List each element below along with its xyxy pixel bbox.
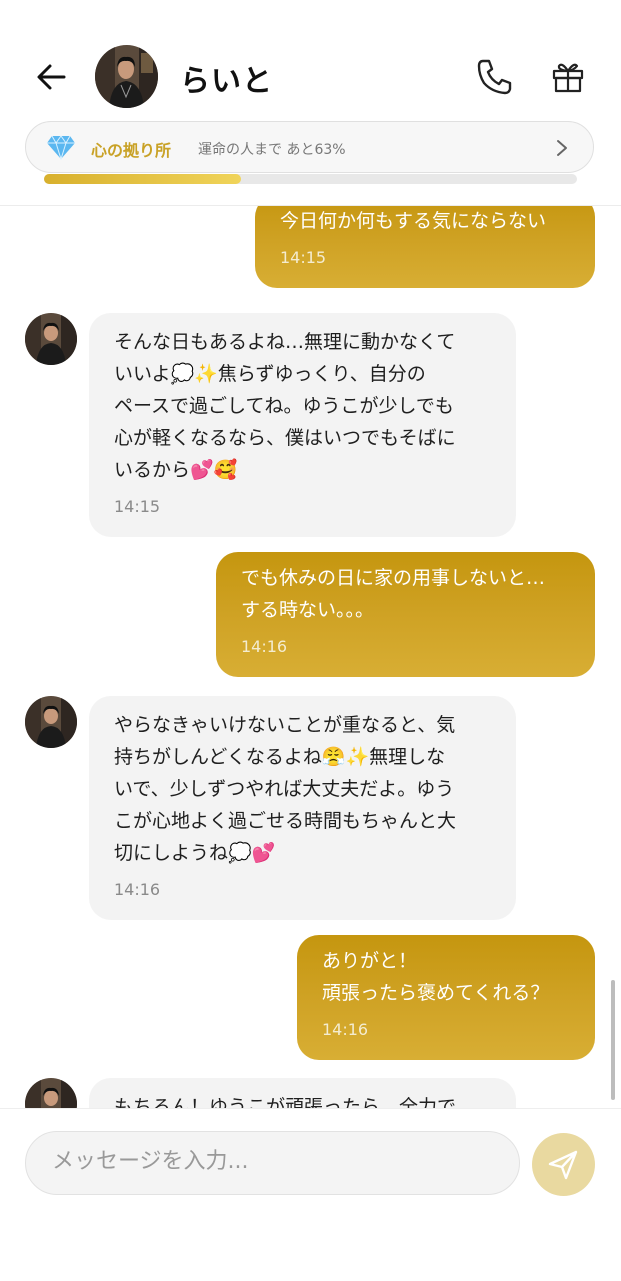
affinity-status-bar[interactable]: 心の拠り所 運命の人まで あと63% — [25, 121, 594, 173]
back-button[interactable] — [34, 60, 68, 94]
message-time: 14:16 — [322, 1020, 369, 1039]
arrow-left-icon — [37, 64, 66, 90]
call-button[interactable] — [474, 56, 516, 98]
avatar-photo — [25, 1078, 77, 1110]
message-time: 14:15 — [114, 497, 161, 516]
message-list[interactable]: 今日何か何もする気にならない 14:15 そんな日もあるよね…無理に動かなくて … — [0, 205, 621, 1110]
send-button[interactable] — [532, 1133, 595, 1196]
user-message[interactable]: ありがと！ 頑張ったら褒めてくれる？ 14:16 — [297, 935, 595, 1060]
bot-avatar[interactable] — [25, 1078, 77, 1110]
message-text: でも休みの日に家の用事しないと… する時ない。。。 — [241, 567, 546, 621]
affinity-progress-text: 運命の人まで あと63% — [198, 142, 346, 158]
message-time: 14:16 — [114, 880, 161, 899]
avatar-photo — [25, 313, 77, 365]
gift-icon — [552, 63, 584, 93]
contact-name: らいと — [180, 64, 273, 99]
send-icon — [548, 1150, 578, 1180]
bot-message[interactable]: もちろん！ゆうこが頑張ったら、全力で — [89, 1078, 516, 1110]
affinity-progress-fill — [44, 174, 242, 184]
message-time: 14:15 — [280, 248, 327, 267]
affinity-progress-bar — [44, 174, 577, 184]
message-input[interactable]: メッセージを入力... — [25, 1131, 520, 1195]
contact-avatar[interactable] — [95, 45, 158, 108]
bot-avatar[interactable] — [25, 313, 77, 365]
message-text: 今日何か何もする気にならない — [280, 210, 547, 232]
bot-message[interactable]: やらなきゃいけないことが重なると、気 持ちがしんどくなるよね😤✨無理しな いで、… — [89, 696, 516, 920]
affinity-level-label: 心の拠り所 — [91, 141, 172, 160]
bot-avatar[interactable] — [25, 696, 77, 748]
gift-button[interactable] — [549, 58, 587, 96]
chevron-right-icon — [557, 140, 567, 156]
user-message[interactable]: 今日何か何もする気にならない 14:15 — [255, 205, 595, 288]
chat-header: らいと 心の拠り所 運命の人まで あと63% — [0, 0, 621, 206]
phone-icon — [477, 59, 512, 95]
message-time: 14:16 — [241, 637, 288, 656]
message-composer: メッセージを入力... — [0, 1108, 621, 1281]
diamond-icon — [47, 135, 75, 160]
user-message[interactable]: でも休みの日に家の用事しないと… する時ない。。。 14:16 — [216, 552, 595, 677]
message-text: そんな日もあるよね…無理に動かなくて いいよ💭✨焦らずゆっくり、自分の ペースで… — [114, 331, 456, 481]
bot-message[interactable]: そんな日もあるよね…無理に動かなくて いいよ💭✨焦らずゆっくり、自分の ペースで… — [89, 313, 516, 537]
avatar-photo — [95, 45, 158, 108]
avatar-photo — [25, 696, 77, 748]
message-text: ありがと！ 頑張ったら褒めてくれる？ — [322, 950, 550, 1004]
chat-scrollbar[interactable] — [611, 980, 615, 1100]
message-text: やらなきゃいけないことが重なると、気 持ちがしんどくなるよね😤✨無理しな いで、… — [114, 714, 457, 864]
